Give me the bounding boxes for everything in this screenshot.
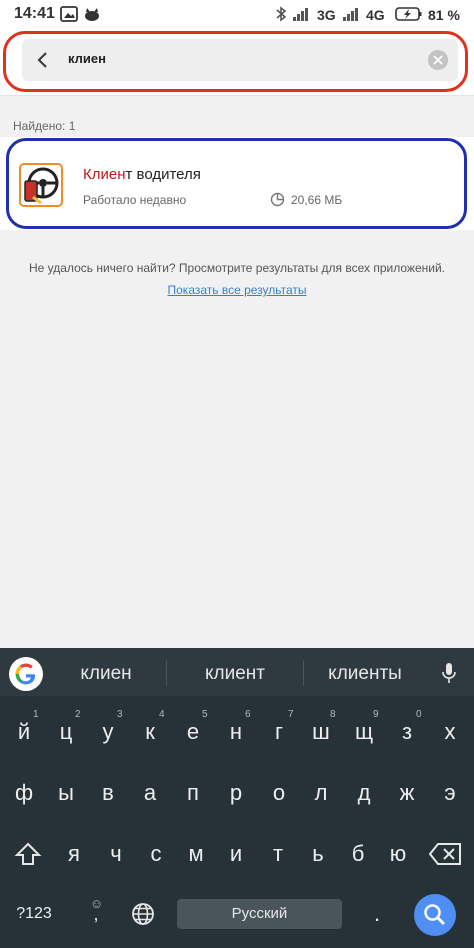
emoji-icon: ☺ xyxy=(90,896,104,911)
key[interactable]: м xyxy=(176,835,216,873)
app-name-highlight: Клиен xyxy=(83,166,126,183)
search-input[interactable]: клиен xyxy=(68,51,106,66)
app-name: Клиент водителя xyxy=(83,166,201,183)
key[interactable]: л xyxy=(301,774,341,812)
signal-icon xyxy=(343,8,358,21)
space-key[interactable]: Русский xyxy=(177,899,342,929)
gallery-icon xyxy=(60,6,78,22)
search-key[interactable] xyxy=(414,894,456,936)
key-hint: 3 xyxy=(117,709,123,720)
key-hint: 9 xyxy=(373,709,379,720)
symbols-key[interactable]: ?123 xyxy=(8,895,60,933)
suggestion-item[interactable]: клиенты xyxy=(310,663,420,685)
found-count: Найдено: 1 xyxy=(13,119,76,133)
status-bar: 14:41 3G 4G 81 % xyxy=(0,0,474,28)
key[interactable]: э xyxy=(430,774,470,812)
key[interactable]: а xyxy=(130,774,170,812)
app-status: Работало недавно xyxy=(83,193,187,207)
result-item[interactable]: Клиент водителя Работало недавно 20,66 М… xyxy=(0,137,474,230)
key[interactable]: ю xyxy=(378,835,418,873)
storage-pie-icon xyxy=(270,192,285,207)
key[interactable]: ь xyxy=(298,835,338,873)
key[interactable]: ы xyxy=(46,774,86,812)
key-hint: 1 xyxy=(33,709,39,720)
key[interactable]: б xyxy=(338,835,378,873)
network-3g: 3G xyxy=(317,7,336,23)
key[interactable]: о xyxy=(259,774,299,812)
show-all-results-label[interactable]: Показать все результаты xyxy=(168,283,307,297)
cat-icon xyxy=(85,8,99,21)
key-hint: 2 xyxy=(75,709,81,720)
result-highlight-outline xyxy=(6,138,467,229)
key-hint: 0 xyxy=(416,709,422,720)
app-name-rest: т водителя xyxy=(125,166,201,183)
key-hint: 8 xyxy=(330,709,336,720)
globe-icon[interactable] xyxy=(131,902,155,926)
suggestion-bar: клиен клиент клиенты xyxy=(0,648,474,696)
search-icon xyxy=(424,904,446,926)
key[interactable]: я xyxy=(54,835,94,873)
signal-icon xyxy=(293,8,308,21)
key[interactable]: ж xyxy=(387,774,427,812)
suggestion-divider xyxy=(166,660,167,686)
keyboard: клиен клиент клиенты й1ц2у3к4е5н6г7ш8щ9з… xyxy=(0,648,474,948)
clear-icon[interactable] xyxy=(428,50,448,70)
no-results-text: Не удалось ничего найти? Просмотрите рез… xyxy=(29,261,445,275)
key[interactable]: р xyxy=(216,774,256,812)
backspace-icon[interactable] xyxy=(428,842,462,866)
search-field[interactable]: клиен xyxy=(22,39,458,81)
key[interactable]: х xyxy=(430,713,470,751)
google-logo-icon[interactable] xyxy=(9,657,43,691)
bluetooth-icon xyxy=(276,6,287,22)
shift-icon[interactable] xyxy=(14,840,42,868)
key-hint: 7 xyxy=(288,709,294,720)
suggestion-divider xyxy=(303,660,304,686)
key-hint: 4 xyxy=(159,709,165,720)
key[interactable]: п xyxy=(173,774,213,812)
key[interactable]: с xyxy=(136,835,176,873)
battery-level: 81 % xyxy=(428,7,460,23)
network-4g: 4G xyxy=(366,7,385,23)
key[interactable]: т xyxy=(258,835,298,873)
key-hint: 5 xyxy=(202,709,208,720)
microphone-icon[interactable] xyxy=(440,662,458,684)
steering-wheel-icon xyxy=(19,163,63,207)
search-header: клиен xyxy=(0,28,474,96)
key-hint: 6 xyxy=(245,709,251,720)
app-size: 20,66 МБ xyxy=(291,193,343,207)
key[interactable]: ф xyxy=(4,774,44,812)
period-key[interactable]: . xyxy=(362,895,392,933)
show-all-results-link[interactable]: Показать все результаты xyxy=(0,283,474,297)
key[interactable]: ч xyxy=(96,835,136,873)
key[interactable]: и xyxy=(216,835,256,873)
key[interactable]: д xyxy=(344,774,384,812)
suggestion-item[interactable]: клиент xyxy=(180,663,290,685)
battery-charging-icon xyxy=(395,7,422,21)
suggestion-item[interactable]: клиен xyxy=(62,663,150,685)
key[interactable]: в xyxy=(88,774,128,812)
status-time: 14:41 xyxy=(14,5,55,22)
back-arrow-icon[interactable] xyxy=(30,47,56,73)
